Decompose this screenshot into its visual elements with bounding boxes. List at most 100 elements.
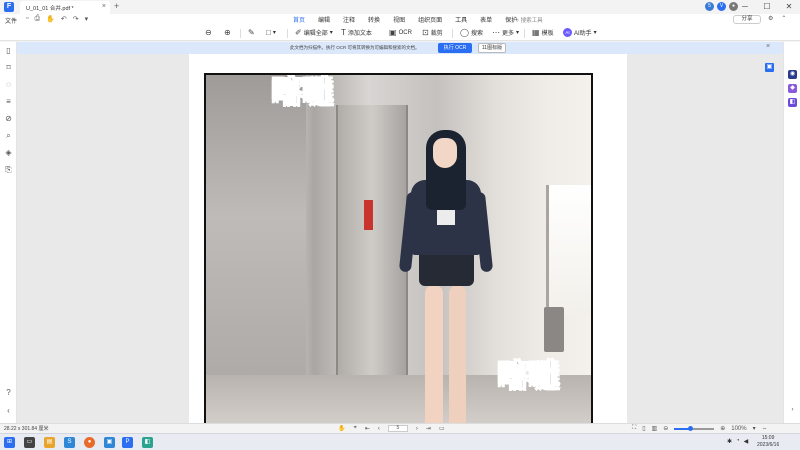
signature-icon[interactable]: ⎘: [4, 165, 13, 174]
properties-icon[interactable]: ◆: [788, 84, 797, 93]
close-icon[interactable]: ×: [766, 43, 770, 50]
chevron-down-icon: ▾: [593, 30, 597, 36]
file-explorer-icon[interactable]: ▤: [44, 437, 55, 448]
tool-search-input[interactable]: ⌕ 搜索工具: [516, 16, 543, 25]
edit-all-button[interactable]: ✐ 编辑全部 ▾: [295, 28, 333, 37]
ai-assistant-button[interactable]: AI AI助手 ▾: [563, 28, 597, 37]
shape-button[interactable]: □ ▾: [266, 28, 276, 37]
bookmark-icon[interactable]: ⌑: [4, 63, 13, 72]
menu-bar: 文件 ▫ ⎙ ✋ ↶ ↷ ▾ 首页 编辑 注释 转换 视图 组织页面 工具 表单…: [0, 14, 800, 26]
zoom-out-button[interactable]: ⊖: [205, 28, 212, 37]
collapse-right-icon[interactable]: ›: [788, 406, 797, 415]
notice-secondary-button[interactable]: 11图标版: [478, 43, 506, 53]
clock[interactable]: 15:09 2023/6/16: [757, 435, 779, 449]
app-s-icon[interactable]: S: [64, 437, 75, 448]
expand-icon[interactable]: ⌃: [781, 15, 786, 22]
tool-search-placeholder: ⌕ 搜索工具: [516, 18, 543, 24]
character-leg: [425, 285, 443, 423]
clock-time: 15:09: [761, 435, 775, 441]
document-canvas[interactable]: ▣ 喀噠 喀噠: [17, 54, 783, 423]
ocr-notice-bar: 此文档为扫描件。执行 OCR 可将其转换为可编辑和搜索的文档。 执行 OCR 1…: [17, 42, 783, 54]
volume-icon[interactable]: ◀: [744, 438, 749, 445]
network-icon[interactable]: ◔: [736, 438, 740, 445]
start-icon[interactable]: ⊞: [4, 437, 15, 448]
pdf-editor-icon[interactable]: P: [122, 437, 133, 448]
ai-panel-icon[interactable]: ◉: [788, 70, 797, 79]
user-avatar[interactable]: V: [717, 2, 726, 11]
notification-avatar[interactable]: 5: [705, 2, 714, 11]
hand-icon[interactable]: ✋: [46, 15, 55, 23]
file-menu[interactable]: 文件: [5, 16, 17, 25]
share-button[interactable]: 分享: [733, 15, 761, 24]
perform-ocr-button[interactable]: 执行 OCR: [438, 43, 472, 53]
highlight-button[interactable]: ✎: [248, 28, 255, 37]
toolbar-divider: [524, 29, 525, 38]
attachment-icon[interactable]: ⊘: [4, 114, 13, 123]
next-page-icon[interactable]: ›: [416, 426, 418, 432]
edit-pen-icon: ✐: [295, 28, 302, 37]
more-button[interactable]: ⋯ 更多 ▾: [492, 28, 519, 37]
bluetooth-icon[interactable]: ✱: [727, 438, 732, 445]
template-button[interactable]: ▦ 模板: [532, 28, 554, 37]
zoom-level[interactable]: 100%: [731, 426, 746, 432]
zoom-slider[interactable]: [674, 425, 715, 431]
app-window-icon[interactable]: ▣: [104, 437, 115, 448]
new-tab-icon[interactable]: +: [114, 1, 119, 11]
wall-sign: [364, 200, 373, 230]
stack-icon[interactable]: ◈: [4, 148, 13, 157]
search-label: 搜索: [470, 31, 483, 37]
tab-close-icon[interactable]: ×: [102, 3, 106, 10]
layers-icon[interactable]: ≡: [4, 97, 13, 106]
chevron-down-icon: ▾: [516, 30, 520, 36]
comment-icon[interactable]: ◌: [4, 80, 13, 89]
crop-button[interactable]: ⊡ 裁剪: [422, 28, 443, 37]
translate-icon[interactable]: ◧: [788, 98, 797, 107]
collapse-left-icon[interactable]: ‹: [4, 406, 13, 415]
thumbnails-icon[interactable]: ▯: [4, 46, 13, 55]
rectangle-icon: □: [266, 28, 271, 37]
prev-page-icon[interactable]: ‹: [378, 426, 380, 432]
help-icon[interactable]: ?: [4, 388, 13, 397]
first-page-icon[interactable]: ⇤: [365, 425, 370, 432]
save-icon[interactable]: ▫: [26, 15, 28, 23]
app-logo-icon[interactable]: F: [4, 2, 14, 12]
select-tool-icon[interactable]: ⌖: [353, 425, 356, 432]
last-page-icon[interactable]: ⇥: [426, 425, 431, 432]
ocr-tool-button[interactable]: ▣ OCR: [389, 28, 412, 37]
ocr-label: OCR: [398, 29, 412, 36]
undo-icon[interactable]: ↶: [61, 15, 67, 23]
fit-width-icon[interactable]: ⇔: [762, 426, 768, 432]
fit-page-icon[interactable]: ▣: [765, 63, 774, 72]
windows-taskbar: ⊞ ▭ ▤ S ● ▣ P ◧ ✱ ◔ ◀ 15:09 2023/6/16: [0, 433, 800, 450]
settings-icon[interactable]: ⚙: [768, 15, 773, 22]
more-icon: ⋯: [492, 28, 500, 37]
app-tool-icon[interactable]: ◧: [142, 437, 153, 448]
close-window-button[interactable]: ✕: [778, 0, 800, 14]
search-panel-icon[interactable]: ⌕: [4, 131, 13, 140]
chevron-down-icon[interactable]: ▾: [753, 425, 756, 432]
zoom-in-small-icon[interactable]: ⊕: [720, 425, 725, 432]
ai-assistant-icon: AI: [563, 28, 572, 37]
redo-icon[interactable]: ↷: [73, 15, 79, 23]
print-icon[interactable]: ⎙: [34, 15, 40, 23]
text-icon: T: [341, 28, 346, 37]
search-button[interactable]: ◯ 搜索: [460, 28, 483, 37]
ocr-notice-text: 此文档为扫描件。执行 OCR 可将其转换为可编辑和搜索的文档。: [290, 45, 420, 50]
task-view-icon[interactable]: ▭: [24, 437, 35, 448]
zoom-slider-thumb[interactable]: [687, 425, 693, 431]
page-layout-icon[interactable]: ▭: [439, 425, 445, 432]
hand-tool-icon[interactable]: ✋: [338, 425, 345, 432]
chevron-down-icon: ▾: [272, 30, 276, 36]
minimize-button[interactable]: ─: [734, 0, 756, 14]
single-page-icon[interactable]: ▯: [642, 425, 645, 432]
fullscreen-icon[interactable]: ⛶: [632, 425, 636, 432]
dropdown-icon[interactable]: ▾: [85, 15, 89, 23]
zoom-in-button[interactable]: ⊕: [224, 28, 231, 37]
zoom-out-small-icon[interactable]: ⊖: [663, 425, 668, 432]
maximize-button[interactable]: ☐: [756, 0, 778, 14]
document-tab[interactable]: U_01_01 合并.pdf * ×: [20, 1, 110, 14]
double-page-icon[interactable]: ▥: [652, 425, 658, 432]
page-number-input[interactable]: 5: [387, 425, 408, 432]
browser-icon[interactable]: ●: [84, 437, 95, 448]
add-text-button[interactable]: T 添加文本: [341, 28, 372, 37]
